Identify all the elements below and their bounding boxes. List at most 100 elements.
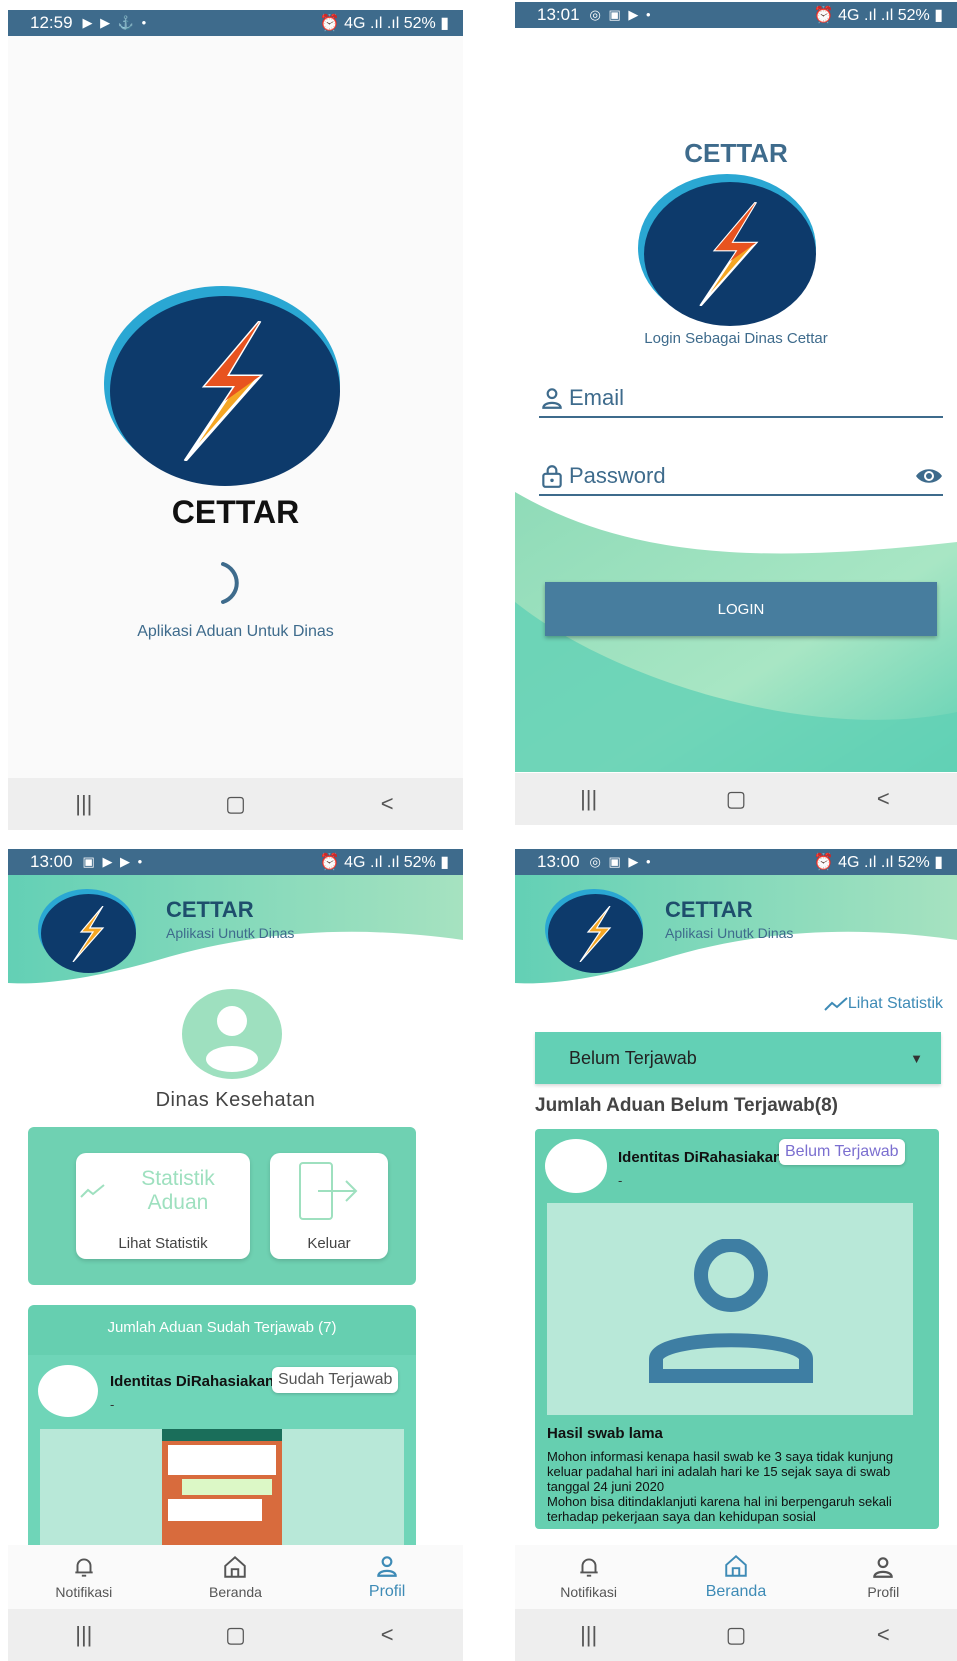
tab-label: Profil <box>368 1583 406 1600</box>
complaint-body-paragraph-2: Mohon bisa ditindaklanjuti karena hal in… <box>547 1494 892 1524</box>
home-nav-button[interactable]: ▢ <box>706 786 766 812</box>
email-field[interactable]: Email <box>539 380 943 418</box>
trend-line-icon <box>80 1184 105 1198</box>
bell-icon <box>579 1558 598 1577</box>
lightning-icon <box>72 905 104 962</box>
back-nav-button[interactable]: < <box>357 791 417 817</box>
header-title: CETTAR <box>166 897 254 922</box>
lightning-icon <box>579 905 611 962</box>
android-nav-bar: ||| ▢ < <box>8 778 463 830</box>
header-logo <box>545 889 645 973</box>
answered-heading: Jumlah Aduan Sudah Terjawab (7) <box>107 1319 337 1336</box>
complaint-card[interactable]: Identitas DiRahasiakan - Sudah Terjawab <box>28 1355 416 1565</box>
complaint-title: Hasil swab lama <box>547 1425 663 1442</box>
header-subtitle: Aplikasi Unutk Dinas <box>166 925 295 941</box>
tab-label: Beranda <box>209 1584 262 1600</box>
splash-tagline: Aplikasi Aduan Untuk Dinas <box>137 623 334 640</box>
chat-screenshot-image <box>162 1429 282 1555</box>
home-nav-button[interactable]: ▢ <box>205 791 265 817</box>
bottom-tab-bar: Notifikasi Beranda Profil <box>515 1545 957 1609</box>
bell-icon <box>75 1558 93 1577</box>
battery-level: ⏰ 4G .ıl .ıl 52% ▮ <box>319 854 449 871</box>
login-button[interactable]: LOGIN <box>545 582 937 636</box>
profile-avatar-icon <box>182 989 282 1079</box>
home-screen: 13:00 ◎ ▣ ▶ • ⏰ 4G .ıl .ıl 52% ▮ CETTAR … <box>515 849 957 1661</box>
answered-section: Jumlah Aduan Sudah Terjawab (7) Identita… <box>28 1305 416 1565</box>
recent-apps-button[interactable]: ||| <box>559 786 619 812</box>
reporter-avatar <box>545 1139 607 1193</box>
person-placeholder-icon <box>649 1239 813 1383</box>
complaint-image <box>40 1429 404 1555</box>
lightning-icon <box>183 321 264 461</box>
home-icon <box>224 1555 247 1578</box>
complaint-card[interactable]: Identitas DiRahasiakan - Belum Terjawab … <box>535 1129 939 1529</box>
view-statistics-link[interactable]: Lihat Statistik <box>824 995 943 1013</box>
person-icon <box>542 388 562 409</box>
tab-notifikasi[interactable]: Notifikasi <box>29 1554 139 1600</box>
status-bar: 13:01 ◎ ▣ ▶ • ⏰ 4G .ıl .ıl 52% ▮ <box>515 2 957 28</box>
battery-level: ⏰ 4G .ıl .ıl 52% ▮ <box>319 15 449 32</box>
tab-profil[interactable]: Profil <box>828 1554 938 1600</box>
header-subtitle: Aplikasi Unutk Dinas <box>665 925 794 941</box>
tab-beranda[interactable]: Beranda <box>180 1554 290 1600</box>
back-nav-button[interactable]: < <box>357 1622 417 1648</box>
back-nav-button[interactable]: < <box>853 786 913 812</box>
password-field[interactable]: Password <box>539 458 943 496</box>
reporter-avatar <box>38 1365 98 1417</box>
menu-card: Statistik Aduan Lihat Statistik Keluar <box>28 1127 416 1285</box>
header-logo <box>38 889 138 973</box>
complaint-identity: Identitas DiRahasiakan <box>618 1149 783 1166</box>
view-statistics-label: Lihat Statistik <box>847 995 943 1012</box>
android-nav-bar: ||| ▢ < <box>8 1609 463 1661</box>
status-icons: ▶ ▶ ⚓ • <box>82 15 149 30</box>
logout-card[interactable]: Keluar <box>270 1153 388 1259</box>
home-nav-button[interactable]: ▢ <box>706 1622 766 1648</box>
logout-icon <box>299 1162 358 1220</box>
statistics-card[interactable]: Statistik Aduan Lihat Statistik <box>76 1153 250 1259</box>
profile-name: Dinas Kesehatan <box>155 1089 316 1111</box>
status-time: 13:01 <box>537 5 580 24</box>
filter-selected-value: Belum Terjawab <box>569 1047 697 1068</box>
tab-label: Beranda <box>705 1583 767 1600</box>
loading-spinner-icon <box>221 562 239 604</box>
complaint-dash: - <box>618 1173 623 1188</box>
status-bar: 12:59 ▶ ▶ ⚓ • ⏰ 4G .ıl .ıl 52% ▮ <box>8 10 463 36</box>
recent-apps-button[interactable]: ||| <box>54 1622 114 1648</box>
complaint-identity: Identitas DiRahasiakan <box>110 1373 275 1390</box>
android-nav-bar: ||| ▢ < <box>515 1609 957 1661</box>
recent-apps-button[interactable]: ||| <box>54 791 114 817</box>
status-filter-dropdown[interactable]: Belum Terjawab ▼ <box>535 1032 941 1084</box>
login-screen: 13:01 ◎ ▣ ▶ • ⏰ 4G .ıl .ıl 52% ▮ CETTAR … <box>515 2 957 825</box>
bottom-tab-bar: Notifikasi Beranda Profil <box>8 1545 463 1609</box>
tab-label: Notifikasi <box>55 1584 113 1600</box>
home-icon <box>725 1554 747 1577</box>
unanswered-count-heading: Jumlah Aduan Belum Terjawab(8) <box>535 1095 838 1116</box>
profile-screen: 13:00 ▣ ▶ ▶ • ⏰ 4G .ıl .ıl 52% ▮ CETTAR … <box>8 849 463 1661</box>
show-password-eye-icon[interactable] <box>915 466 943 486</box>
status-icons: ◎ ▣ ▶ • <box>589 7 653 22</box>
complaint-dash: - <box>110 1397 115 1412</box>
email-placeholder: Email <box>569 385 625 410</box>
status-bar: 13:00 ▣ ▶ ▶ • ⏰ 4G .ıl .ıl 52% ▮ <box>8 849 463 875</box>
tab-beranda[interactable]: Beranda <box>681 1553 791 1601</box>
status-bar: 13:00 ◎ ▣ ▶ • ⏰ 4G .ıl .ıl 52% ▮ <box>515 849 957 875</box>
complaint-body: Mohon informasi kenapa hasil swab ke 3 s… <box>547 1449 919 1524</box>
complaint-image-placeholder <box>547 1203 913 1415</box>
logout-label: Keluar <box>307 1235 351 1252</box>
tab-notifikasi[interactable]: Notifikasi <box>534 1554 644 1600</box>
cettar-logo <box>638 174 818 326</box>
tab-label: Notifikasi <box>560 1584 618 1600</box>
back-nav-button[interactable]: < <box>853 1622 913 1648</box>
battery-level: ⏰ 4G .ıl .ıl 52% ▮ <box>813 7 943 24</box>
battery-level: ⏰ 4G .ıl .ıl 52% ▮ <box>813 854 943 871</box>
lightning-icon <box>699 202 759 306</box>
home-nav-button[interactable]: ▢ <box>205 1622 265 1648</box>
login-subtitle: Login Sebagai Dinas Cettar <box>644 330 828 347</box>
android-nav-bar: ||| ▢ < <box>515 773 957 825</box>
recent-apps-button[interactable]: ||| <box>559 1622 619 1648</box>
status-time: 12:59 <box>30 13 73 32</box>
lock-icon <box>542 465 562 488</box>
login-app-name: CETTAR <box>684 138 788 168</box>
tab-profil[interactable]: Profil <box>332 1553 442 1601</box>
status-badge: Sudah Terjawab <box>272 1367 399 1393</box>
